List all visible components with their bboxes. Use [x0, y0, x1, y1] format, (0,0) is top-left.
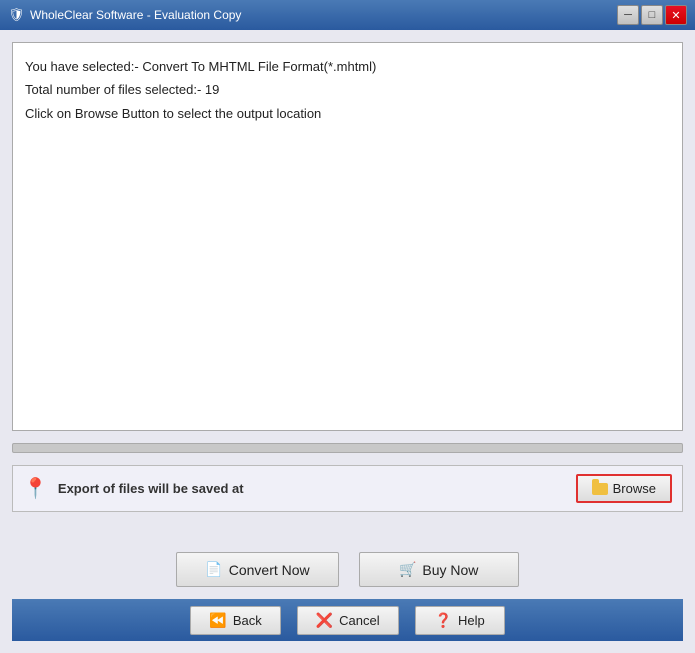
back-button[interactable]: ⏪ Back: [190, 606, 280, 635]
maximize-button[interactable]: □: [641, 5, 663, 25]
cart-icon: 🛒: [399, 561, 416, 578]
bottom-buttons: 📄 Convert Now 🛒 Buy Now: [12, 552, 683, 587]
cancel-label: Cancel: [339, 613, 379, 628]
window-title: WholeClear Software - Evaluation Copy: [30, 8, 617, 22]
convert-now-button[interactable]: 📄 Convert Now: [176, 552, 338, 587]
cancel-button[interactable]: ❌ Cancel: [297, 606, 399, 635]
back-icon: ⏪: [209, 612, 226, 629]
buy-now-button[interactable]: 🛒 Buy Now: [359, 552, 519, 587]
export-label: Export of files will be saved at: [58, 481, 566, 496]
browse-label: Browse: [613, 481, 656, 496]
info-line-2: Total number of files selected:- 19: [25, 78, 670, 101]
info-line-1: You have selected:- Convert To MHTML Fil…: [25, 55, 670, 78]
pin-icon: 📍: [23, 476, 48, 501]
spacer: [12, 520, 683, 540]
cancel-icon: ❌: [316, 612, 333, 629]
back-label: Back: [233, 613, 262, 628]
window-controls: ─ □ ✕: [617, 5, 687, 25]
folder-icon: [592, 483, 608, 495]
app-icon: 🛡: [8, 7, 24, 23]
export-row: 📍 Export of files will be saved at Brows…: [12, 465, 683, 512]
info-text-area: You have selected:- Convert To MHTML Fil…: [12, 42, 683, 431]
convert-icon: 📄: [205, 561, 222, 578]
convert-now-label: Convert Now: [229, 562, 310, 578]
help-icon: ❓: [435, 612, 452, 629]
progress-bar-track: [12, 443, 683, 453]
help-button[interactable]: ❓ Help: [415, 606, 505, 635]
window-body: You have selected:- Convert To MHTML Fil…: [0, 30, 695, 653]
close-button[interactable]: ✕: [665, 5, 687, 25]
progress-section: [12, 443, 683, 453]
footer-bar: ⏪ Back ❌ Cancel ❓ Help: [12, 599, 683, 641]
minimize-button[interactable]: ─: [617, 5, 639, 25]
help-label: Help: [458, 613, 485, 628]
info-line-3: Click on Browse Button to select the out…: [25, 102, 670, 125]
title-bar: 🛡 WholeClear Software - Evaluation Copy …: [0, 0, 695, 30]
browse-button[interactable]: Browse: [576, 474, 672, 503]
buy-now-label: Buy Now: [422, 562, 478, 578]
